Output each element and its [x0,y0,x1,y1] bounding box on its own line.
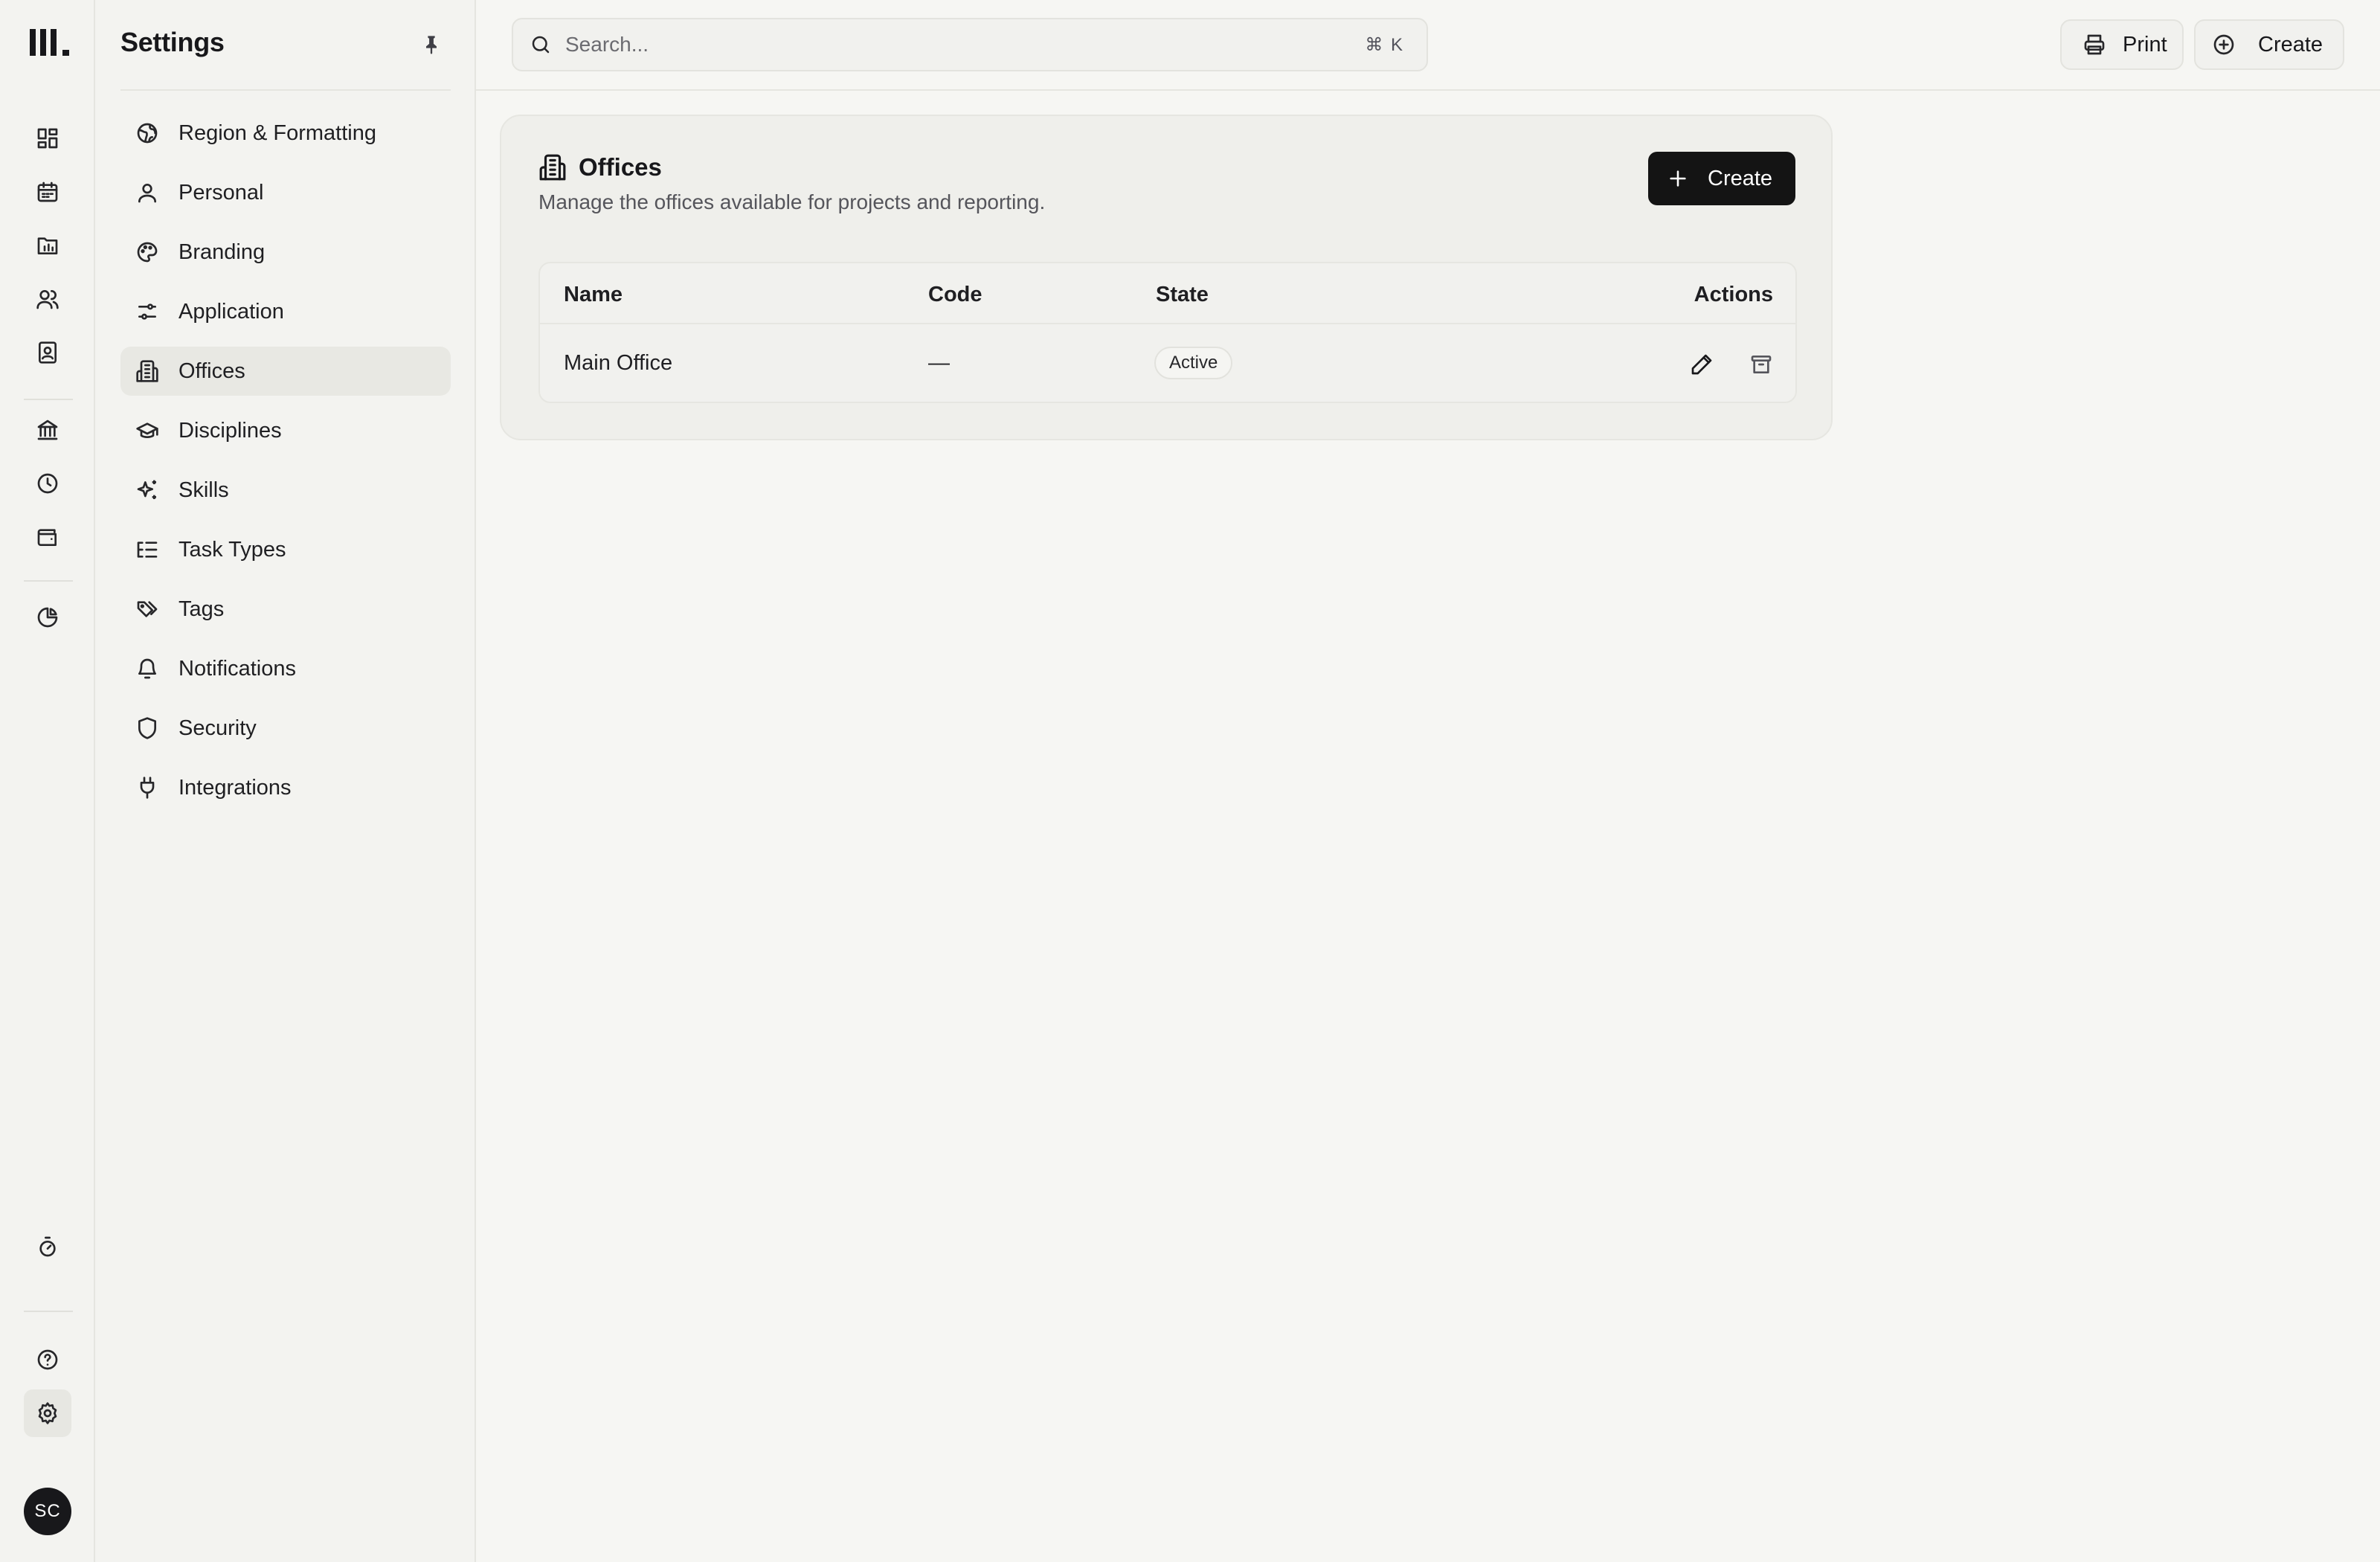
rail-divider [24,1311,73,1312]
search-shortcut: ⌘ K [1365,34,1404,55]
rail-divider [24,580,73,582]
sidebar-item-label: Notifications [178,656,296,681]
calendar-icon[interactable] [24,168,71,216]
sidebar-divider [120,89,451,91]
building-icon [538,153,567,181]
sidebar-item-integrations[interactable]: Integrations [120,763,451,812]
palette-icon [134,239,161,266]
users-icon[interactable] [24,275,71,323]
sidebar-item-branding[interactable]: Branding [120,228,451,277]
plug-icon [134,774,161,801]
bank-icon[interactable] [24,406,71,454]
search-input[interactable] [564,32,1310,57]
sidebar-item-security[interactable]: Security [120,704,451,753]
user-icon [134,179,161,206]
top-bar: ⌘ K Print Create [476,0,2380,91]
offices-table: Name Code State Actions Main Office — Ac… [538,262,1797,403]
column-header-actions: Actions [1694,283,1773,306]
page-title: Offices [579,153,662,181]
plus-icon [1667,168,1688,189]
status-badge: Active [1154,347,1233,379]
bell-icon [134,655,161,682]
dashboard-icon[interactable] [24,115,71,162]
globe-icon [134,120,161,147]
plus-circle-icon [2212,33,2236,57]
sidebar-item-personal[interactable]: Personal [120,168,451,217]
offices-card: Offices Manage the offices available for… [500,115,1833,440]
create-office-button[interactable]: Create [1648,152,1795,205]
sidebar-item-label: Tags [178,597,225,621]
sidebar-title: Settings [120,27,225,57]
icon-rail: SC [0,0,95,1562]
tags-icon [134,596,161,623]
column-header-code[interactable]: Code [928,283,982,307]
list-tree-icon [134,536,161,563]
sidebar-item-label: Skills [178,478,229,502]
sidebar-item-region-formatting[interactable]: Region & Formatting [120,109,451,158]
sidebar-item-label: Integrations [178,775,292,800]
chart-folder-icon[interactable] [24,222,71,269]
avatar[interactable]: SC [24,1488,71,1535]
sidebar-item-offices[interactable]: Offices [120,347,451,396]
pencil-icon[interactable] [1685,348,1718,381]
rail-divider [24,399,73,400]
sidebar-item-label: Offices [178,359,245,383]
sidebar-item-task-types[interactable]: Task Types [120,525,451,574]
sidebar-item-label: Application [178,299,284,324]
sidebar-item-label: Region & Formatting [178,120,376,145]
create-office-label: Create [1708,166,1773,190]
building-icon [134,358,161,385]
sidebar-item-application[interactable]: Application [120,287,451,336]
card-header: Offices [538,153,662,181]
app-root: SC Settings Region & Formatting Personal [0,0,2380,1562]
graduation-cap-icon [134,417,161,444]
sidebar-item-label: Branding [178,240,266,264]
sidebar-item-disciplines[interactable]: Disciplines [120,406,451,455]
print-button[interactable]: Print [2060,19,2184,70]
printer-icon [2082,33,2106,57]
settings-sidebar: Settings Region & Formatting Personal Br… [95,0,476,1562]
create-button[interactable]: Create [2194,19,2344,70]
sidebar-item-label: Disciplines [178,418,282,443]
contacts-icon[interactable] [24,329,71,376]
office-code: — [928,351,950,375]
sidebar-item-skills[interactable]: Skills [120,466,451,515]
clock-icon[interactable] [24,460,71,507]
archive-icon[interactable] [1745,348,1778,381]
column-header-name[interactable]: Name [564,283,623,307]
office-name: Main Office [564,351,673,375]
wallet-icon[interactable] [24,513,71,561]
print-label: Print [2123,32,2167,57]
sidebar-item-label: Security [178,716,257,740]
search-box[interactable]: ⌘ K [512,18,1428,71]
pin-icon[interactable] [416,30,446,60]
search-icon [530,33,552,56]
sliders-icon [134,298,161,325]
create-label: Create [2258,32,2323,57]
table-row[interactable]: Main Office — Active [540,324,1795,402]
table-header: Name Code State Actions [540,263,1795,324]
logo-icon[interactable] [28,27,73,58]
sidebar-item-tags[interactable]: Tags [120,585,451,634]
shield-icon [134,715,161,742]
sidebar-item-label: Task Types [178,537,286,562]
sidebar-item-notifications[interactable]: Notifications [120,644,451,693]
sidebar-item-label: Personal [178,180,264,205]
timer-icon[interactable] [24,1223,71,1270]
pie-chart-icon[interactable] [24,594,71,641]
help-icon[interactable] [24,1336,71,1383]
page-description: Manage the offices available for project… [538,190,1046,213]
column-header-state[interactable]: State [1156,283,1209,307]
sparkles-icon [134,477,161,504]
settings-icon[interactable] [24,1389,71,1437]
settings-nav: Region & Formatting Personal Branding Ap… [120,109,451,823]
